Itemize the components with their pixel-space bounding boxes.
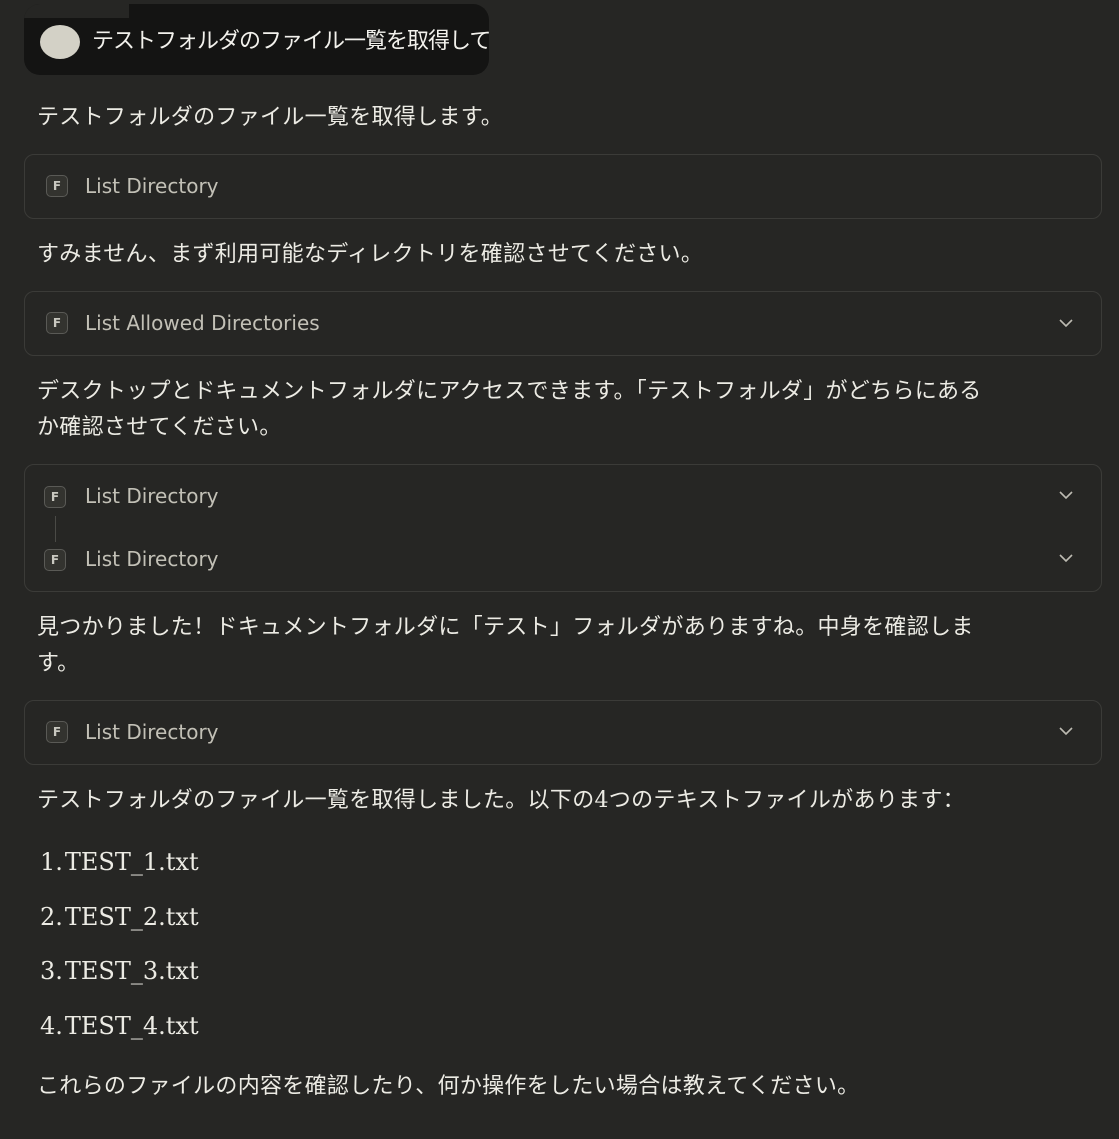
assistant-text-intro: テストフォルダのファイル一覧を取得します。 — [37, 105, 504, 130]
list-item: 4.TEST_4.txt — [40, 1009, 199, 1043]
chevron-down-icon[interactable] — [1059, 552, 1073, 564]
assistant-text-closing: これらのファイルの内容を確認したり、何か操作をしたい場合は教えてください。 — [37, 1074, 860, 1099]
list-item: 2.TEST_2.txt — [40, 900, 199, 934]
tool-call-list-allowed-directories[interactable]: F List Allowed Directories — [24, 291, 1102, 356]
tool-call-list-directory[interactable]: F List Directory — [25, 465, 1101, 527]
list-number: 1. — [40, 848, 63, 876]
list-number: 2. — [40, 903, 63, 931]
list-number: 4. — [40, 1012, 63, 1040]
assistant-text-access: デスクトップとドキュメントフォルダにアクセスできます。「テストフォルダ」がどちら… — [37, 379, 982, 404]
tool-call-list-directory[interactable]: F List Directory — [24, 154, 1102, 219]
file-name: TEST_3.txt — [64, 957, 199, 985]
list-number: 3. — [40, 957, 63, 985]
filesystem-icon: F — [44, 486, 66, 508]
tool-call-label: List Directory — [85, 174, 219, 198]
user-message-text: テストフォルダのファイル一覧を取得して — [92, 29, 489, 54]
assistant-text-found: 見つかりました！ドキュメントフォルダに「テスト」フォルダがありますね。中身を確認… — [37, 615, 974, 640]
bubble-overlap — [24, 4, 129, 18]
assistant-text-apology: すみません、まず利用可能なディレクトリを確認させてください。 — [37, 242, 704, 267]
tool-call-group: F List Directory F List Directory — [24, 464, 1102, 592]
chevron-down-icon[interactable] — [1059, 489, 1073, 501]
assistant-text-access-cont: か確認させてください。 — [37, 415, 282, 440]
tool-call-label: List Directory — [85, 720, 219, 744]
tool-call-list-directory[interactable]: F List Directory — [25, 528, 1101, 590]
chevron-down-icon[interactable] — [1059, 317, 1073, 329]
assistant-text-result: テストフォルダのファイル一覧を取得しました。以下の4つのテキストファイルがありま… — [37, 788, 965, 813]
file-name: TEST_4.txt — [64, 1012, 199, 1040]
file-name: TEST_2.txt — [64, 903, 199, 931]
user-message-bubble: テストフォルダのファイル一覧を取得して — [24, 4, 489, 75]
tool-call-label: List Directory — [85, 484, 219, 508]
filesystem-icon: F — [46, 721, 68, 743]
filesystem-icon: F — [46, 312, 68, 334]
avatar — [40, 25, 80, 59]
tool-call-label: List Allowed Directories — [85, 311, 320, 335]
filesystem-icon: F — [44, 549, 66, 571]
list-item: 3.TEST_3.txt — [40, 954, 199, 988]
tool-call-list-directory[interactable]: F List Directory — [24, 700, 1102, 765]
chevron-down-icon[interactable] — [1059, 725, 1073, 737]
file-name: TEST_1.txt — [64, 848, 199, 876]
filesystem-icon: F — [46, 175, 68, 197]
assistant-text-found-cont: す。 — [37, 651, 80, 676]
list-item: 1.TEST_1.txt — [40, 845, 199, 879]
tool-call-label: List Directory — [85, 547, 219, 571]
